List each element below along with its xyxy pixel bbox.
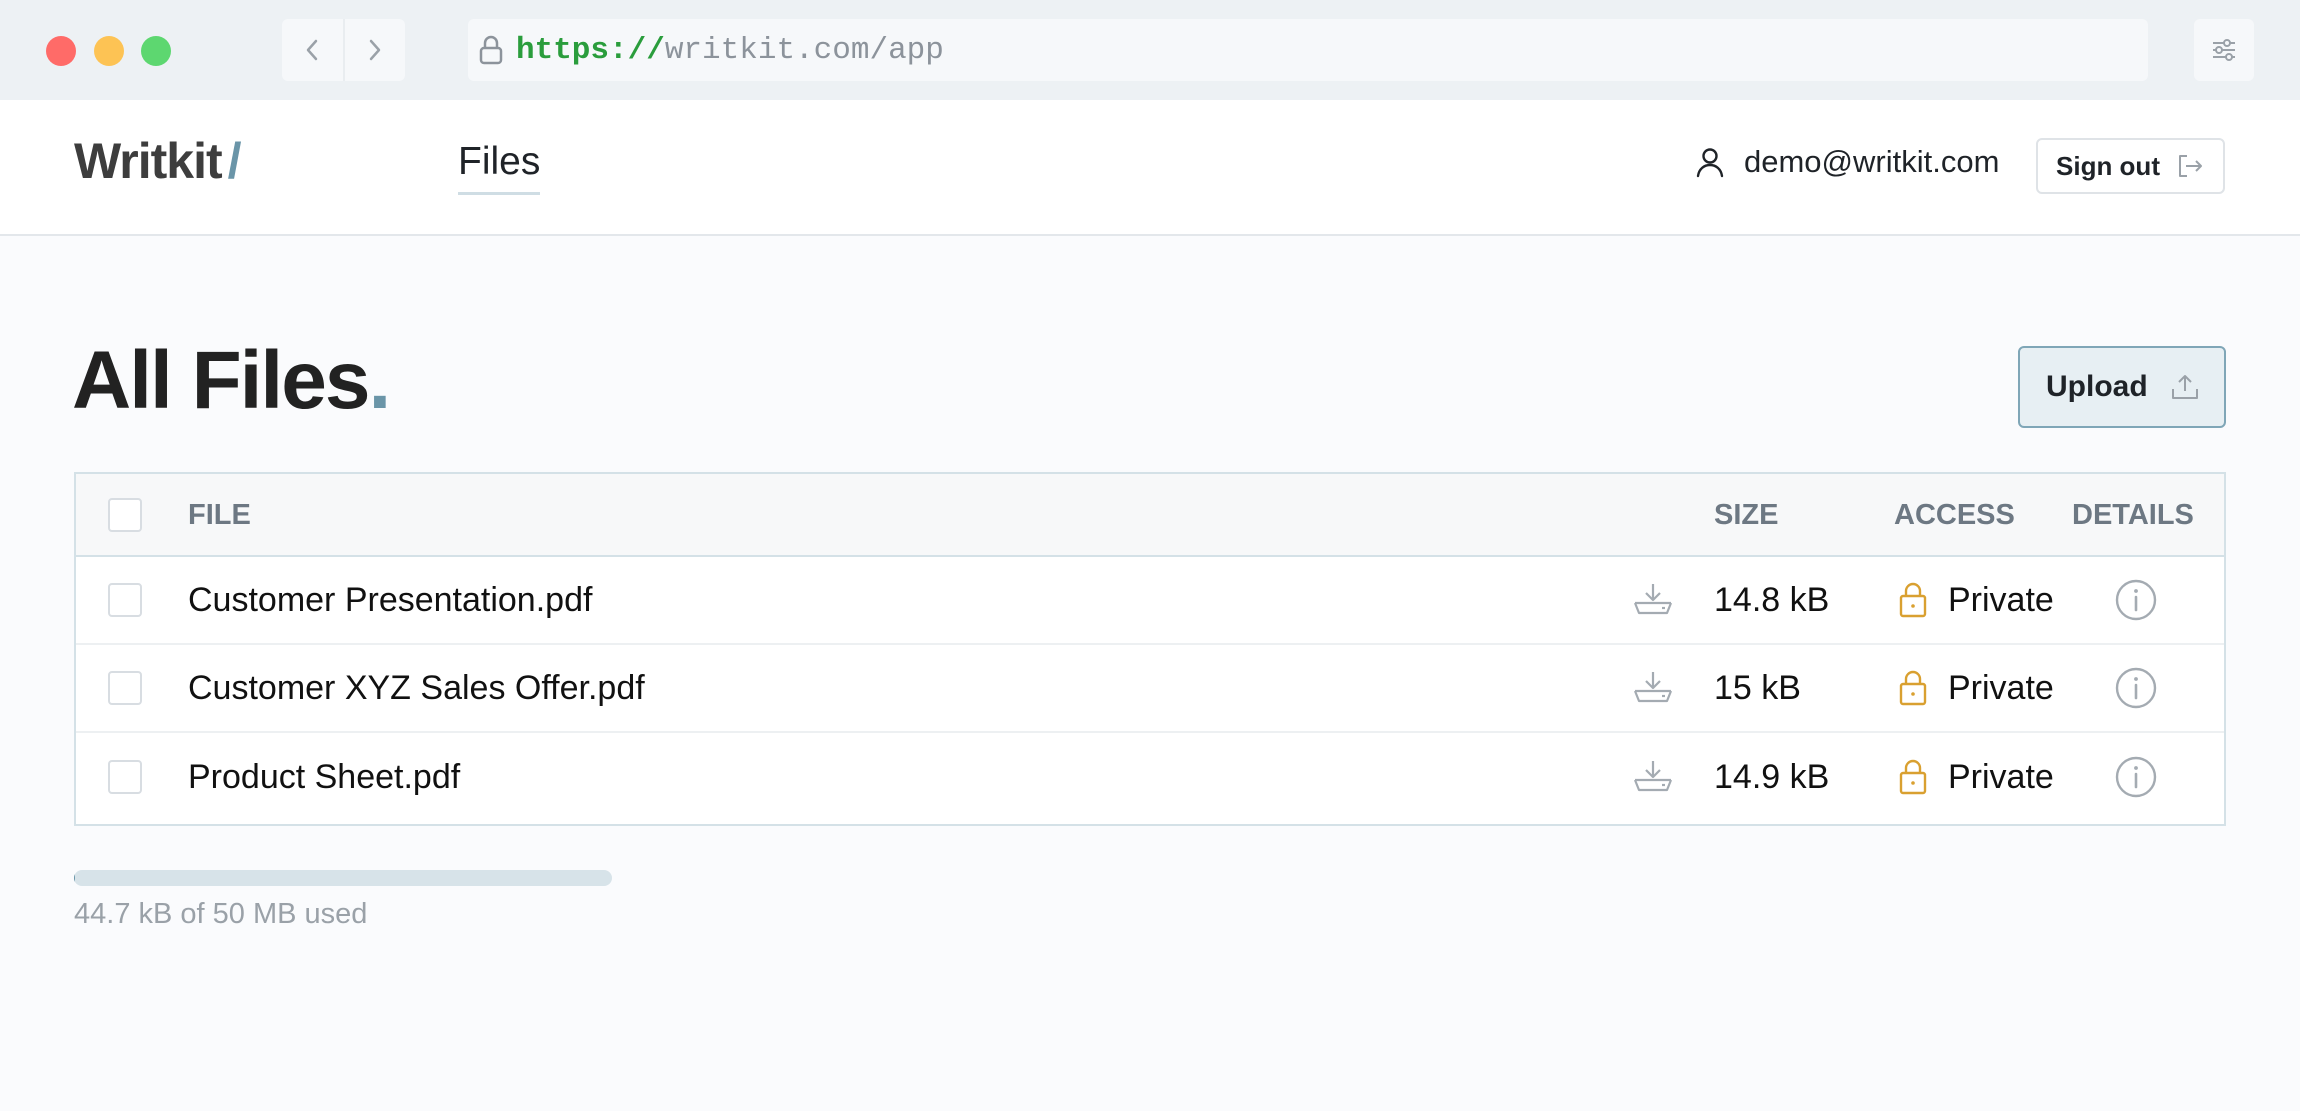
sign-out-icon [2176,153,2204,179]
url-scheme: https:// [516,32,665,68]
download-button[interactable] [1632,645,1674,731]
sign-out-button[interactable]: Sign out [2036,138,2225,194]
url-text: https://writkit.com/app [516,33,944,68]
upload-button[interactable]: Upload [2018,346,2226,428]
access-label: Private [1948,757,2054,796]
writkit-logo[interactable]: Writkit / [74,132,242,190]
column-header-file[interactable]: FILE [188,474,251,557]
window-close-dot[interactable] [46,36,76,66]
details-button[interactable] [2114,645,2158,731]
row-checkbox[interactable] [108,583,142,617]
download-button[interactable] [1632,557,1674,643]
storage-usage-bar [74,870,612,886]
url-host-path: writkit.com/app [664,32,944,68]
file-size: 15 kB [1714,668,1801,707]
details-button[interactable] [2114,557,2158,643]
app-header: Writkit / Files demo@writkit.com Sign out [0,100,2300,236]
access-label: Private [1948,668,2054,707]
file-name[interactable]: Customer XYZ Sales Offer.pdf [188,645,645,731]
upload-icon [2170,373,2200,401]
nav-item-files[interactable]: Files [458,140,541,195]
logo-slash: / [227,133,242,189]
table-row[interactable]: Customer XYZ Sales Offer.pdf 15 kB Priva… [76,645,2224,733]
sign-out-label: Sign out [2056,150,2160,181]
file-size: 14.8 kB [1714,580,1830,619]
page-title-dot: . [368,335,391,426]
table-row[interactable]: Product Sheet.pdf 14.9 kB Private [76,733,2224,821]
details-button[interactable] [2114,733,2158,821]
file-name[interactable]: Product Sheet.pdf [188,733,460,821]
download-icon [1633,761,1673,792]
padlock-icon [1898,669,1928,707]
user-icon [1694,146,1726,178]
file-size: 14.9 kB [1714,757,1830,796]
browser-nav-group [282,19,405,81]
forward-button[interactable] [342,19,405,81]
table-header: FILE SIZE ACCESS DETAILS [76,474,2224,557]
access-label: Private [1948,580,2054,619]
row-checkbox[interactable] [108,760,142,794]
column-header-size[interactable]: SIZE [1714,474,1778,557]
window-maximize-dot[interactable] [141,36,171,66]
page-title: All Files. [72,340,391,422]
upload-label: Upload [2046,370,2148,403]
select-all-checkbox[interactable] [108,497,142,532]
page-title-text: All Files [72,335,370,426]
access-toggle[interactable]: Private [1898,645,2054,731]
column-header-details[interactable]: DETAILS [2072,474,2194,557]
storage-usage-text: 44.7 kB of 50 MB used [74,898,368,930]
info-icon [2115,756,2157,798]
access-toggle[interactable]: Private [1898,557,2054,643]
browser-settings-button[interactable] [2194,19,2254,81]
user-account: demo@writkit.com [1694,144,1999,180]
chevron-left-icon [307,39,318,61]
padlock-icon [1898,581,1928,619]
file-name[interactable]: Customer Presentation.pdf [188,557,592,643]
browser-chrome: https://writkit.com/app [0,0,2300,100]
lock-icon [478,34,504,66]
user-email: demo@writkit.com [1744,144,2000,179]
address-bar[interactable]: https://writkit.com/app [468,19,2148,81]
info-icon [2115,667,2157,709]
access-toggle[interactable]: Private [1898,733,2054,821]
row-checkbox[interactable] [108,671,142,705]
chevron-right-icon [369,39,380,61]
download-icon [1633,584,1673,615]
logo-text: Writkit [74,133,223,189]
info-icon [2115,579,2157,621]
download-icon [1633,672,1673,703]
back-button[interactable] [282,19,343,81]
files-table: FILE SIZE ACCESS DETAILS Customer Presen… [74,472,2226,826]
download-button[interactable] [1632,733,1674,821]
table-row[interactable]: Customer Presentation.pdf 14.8 kB Privat… [76,557,2224,645]
padlock-icon [1898,758,1928,796]
column-header-access[interactable]: ACCESS [1894,474,2015,557]
window-minimize-dot[interactable] [94,36,124,66]
sliders-icon [2213,39,2235,61]
